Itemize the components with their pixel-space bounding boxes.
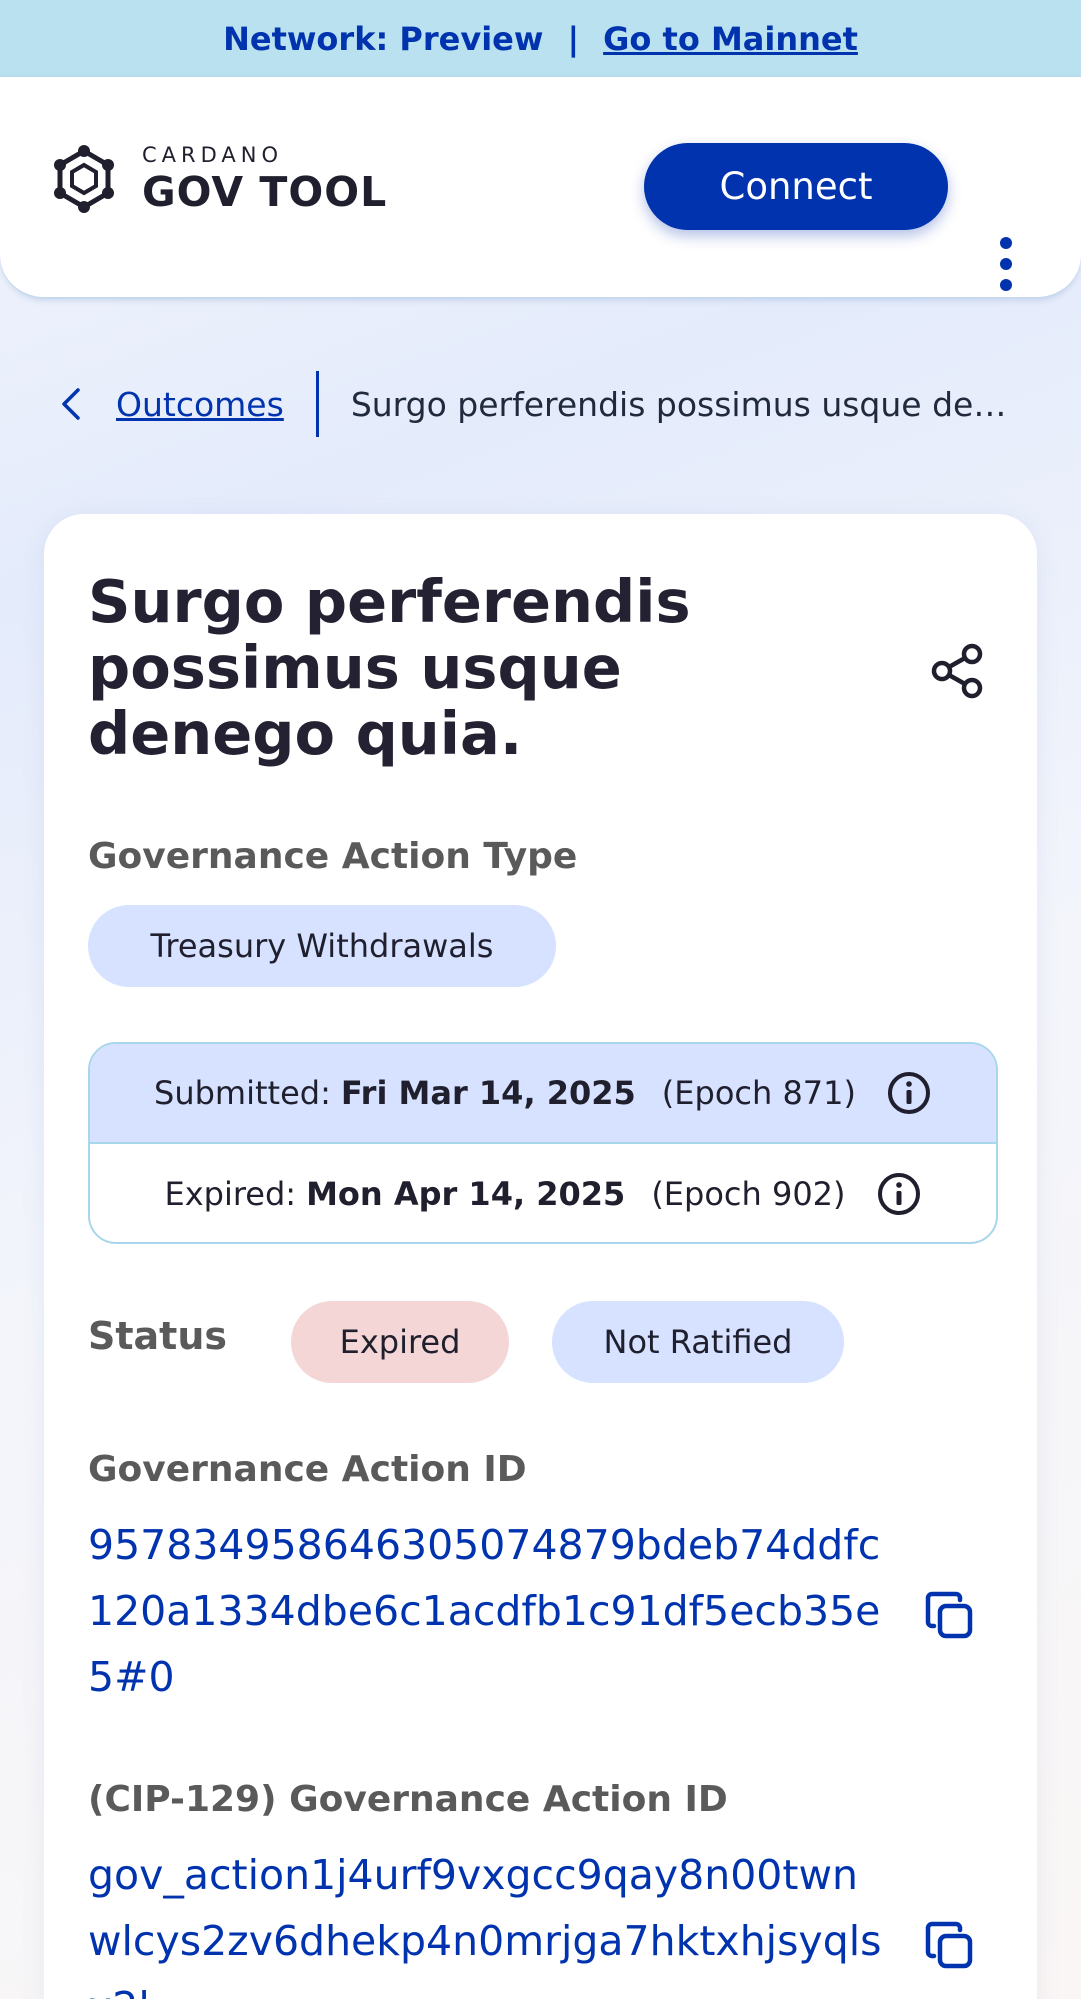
- expired-label: Expired:: [164, 1175, 297, 1213]
- network-label: Network: Preview: [223, 19, 544, 58]
- submitted-date: Fri Mar 14, 2025: [340, 1074, 636, 1112]
- breadcrumb-current: Surgo perferendis possimus usque denego …: [350, 384, 1021, 424]
- cardano-gov-tool-logo-icon: [54, 145, 114, 213]
- action-id-value[interactable]: 957834958646305074879bdeb74ddfc120a1334d…: [88, 1512, 888, 1710]
- cip129-id-label: (CIP-129) Governance Action ID: [88, 1779, 728, 1820]
- copy-icon[interactable]: [922, 1918, 978, 1974]
- breadcrumb: Outcomes Surgo perferendis possimus usqu…: [52, 370, 1042, 438]
- expired-epoch: (Epoch 902): [651, 1175, 846, 1213]
- expired-date: Mon Apr 14, 2025: [306, 1175, 626, 1213]
- submitted-epoch: (Epoch 871): [661, 1074, 856, 1112]
- logo-text: CARDANO GOV TOOL: [142, 145, 387, 213]
- breadcrumb-divider: [315, 371, 319, 437]
- submitted-row: Submitted: Fri Mar 14, 2025 (Epoch 871): [90, 1044, 996, 1144]
- menu-dot: [1000, 279, 1012, 291]
- logo-big-text: GOV TOOL: [142, 168, 388, 216]
- action-title: Surgo perferendis possimus usque denego …: [88, 567, 691, 768]
- info-icon[interactable]: [876, 1171, 922, 1217]
- governance-action-card: Surgo perferendis possimus usque denego …: [44, 514, 1037, 1999]
- go-to-mainnet-link[interactable]: Go to Mainnet: [603, 20, 858, 58]
- logo[interactable]: CARDANO GOV TOOL: [44, 143, 387, 215]
- menu-dot: [1000, 237, 1012, 249]
- network-bar: Network: Preview | Go to Mainnet: [0, 0, 1081, 77]
- breadcrumb-outcomes-link[interactable]: Outcomes: [116, 385, 284, 424]
- menu-dot: [1000, 258, 1012, 270]
- action-type-label: Governance Action Type: [88, 836, 578, 877]
- logo-small-text: CARDANO: [142, 143, 284, 167]
- status-label: Status: [88, 1314, 228, 1358]
- expired-row: Expired: Mon Apr 14, 2025 (Epoch 902): [90, 1144, 996, 1242]
- chevron-left-icon[interactable]: [52, 384, 92, 424]
- cip129-id-value[interactable]: gov_action1j4urf9vxgcc9qay8n00twnwlcys2z…: [88, 1842, 888, 1999]
- action-id-label: Governance Action ID: [88, 1449, 527, 1490]
- connect-button[interactable]: Connect: [644, 143, 948, 230]
- share-icon[interactable]: [928, 642, 986, 700]
- network-separator: |: [567, 19, 580, 58]
- info-icon[interactable]: [886, 1070, 932, 1116]
- app-header: CARDANO GOV TOOL Connect: [0, 77, 1081, 299]
- more-vert-icon[interactable]: [986, 237, 1026, 291]
- status-badge-expired: Expired: [291, 1301, 509, 1383]
- dates-box: Submitted: Fri Mar 14, 2025 (Epoch 871) …: [88, 1042, 998, 1244]
- status-badge-not-ratified: Not Ratified: [552, 1301, 844, 1383]
- action-type-chip: Treasury Withdrawals: [88, 905, 556, 987]
- copy-icon[interactable]: [922, 1588, 978, 1644]
- submitted-label: Submitted:: [154, 1074, 331, 1112]
